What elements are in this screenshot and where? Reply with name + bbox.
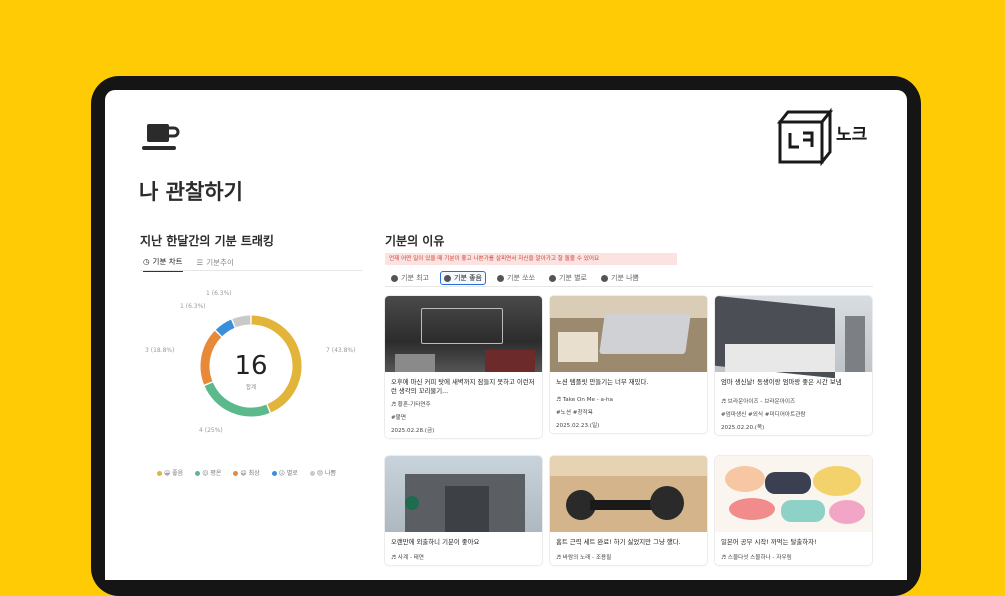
page-title: 나 관찰하기 bbox=[139, 180, 243, 204]
card-cover-image bbox=[715, 456, 872, 532]
card-tags: #엄마생신 #외식 #미디어아트관람 bbox=[721, 412, 806, 418]
card-title: 일본어 공부 시작! 까먹는 탈출하자! bbox=[721, 538, 817, 546]
card-tags: #불면 bbox=[391, 415, 406, 421]
legend-item: 😞 나쁨 bbox=[309, 468, 337, 477]
card-music: ♬ 황혼-기타연주 bbox=[391, 402, 431, 408]
face-icon bbox=[391, 274, 398, 282]
mood-donut-chart: 7 (43.8%) 4 (25%) 3 (18.8%) 1 (6.3%)1 (6.3%… bbox=[145, 290, 355, 434]
gallery-card[interactable]: 엄마 생신날! 동생이랑 엄마랑 좋은 시간 보냄 ♬ 브라운아이즈 - 브라운… bbox=[715, 296, 872, 435]
chart-total-value: 16 bbox=[234, 351, 267, 381]
face-icon bbox=[497, 274, 504, 282]
coffee-cup-icon bbox=[142, 124, 180, 150]
donut-slice-2 bbox=[200, 330, 222, 385]
tab-mood-best[interactable]: 기분 최고 bbox=[388, 271, 432, 285]
clock-icon: ◷ bbox=[143, 257, 150, 266]
slice-label: 1 (6.3%) bbox=[206, 290, 232, 297]
tab-mood-bad[interactable]: 기분 별로 bbox=[546, 271, 590, 285]
gallery-card[interactable]: 오후에 마신 커피 탓에 새벽까지 잠들지 못하고 이런저런 생각의 꼬리물기.… bbox=[385, 296, 542, 438]
card-title: 오후에 마신 커피 탓에 새벽까지 잠들지 못하고 이런저런 생각의 꼬리물기.… bbox=[391, 378, 535, 395]
legend-dot-icon bbox=[309, 471, 315, 476]
card-tags: #노션 #창작욕 bbox=[556, 410, 593, 416]
card-cover-image bbox=[550, 456, 707, 532]
legend-label: 😞 나쁨 bbox=[316, 470, 337, 477]
card-music: ♬ 사계 - 태연 bbox=[391, 555, 424, 561]
card-date: 2025.02.23.(일) bbox=[556, 423, 600, 429]
donut-slice-3 bbox=[215, 319, 235, 337]
slice-label: 1 (6.3%) bbox=[180, 303, 206, 310]
gallery-card[interactable]: 노션 템플릿 만들기는 너무 재밌다. ♬ Take On Me - a-ha … bbox=[550, 296, 707, 433]
card-date: 2025.02.20.(목) bbox=[721, 425, 765, 431]
legend-item: 😄 최상 bbox=[233, 468, 260, 477]
logo-wordmark: 노크 bbox=[836, 125, 868, 145]
legend-item: 😌 평온 bbox=[195, 468, 221, 477]
gallery-card[interactable]: 홈트 근력 세트 완료! 하기 싫었지만 그냥 했다. ♬ 바람의 노래 - 조… bbox=[550, 456, 707, 565]
card-cover-image bbox=[385, 456, 542, 532]
card-music: ♬ 브라운아이즈 - 브라운아이즈 bbox=[721, 399, 796, 405]
tab-mood-soso[interactable]: 기분 쏘쏘 bbox=[494, 271, 538, 285]
brand-logo: 노크 bbox=[776, 106, 880, 167]
face-icon bbox=[444, 274, 451, 282]
legend-label: 😕 별로 bbox=[278, 470, 298, 477]
legend-label: 😀 좋음 bbox=[164, 470, 184, 477]
card-cover-image bbox=[550, 296, 707, 372]
reason-description: 언제 어떤 일이 있을 때 기분이 좋고 나쁜가를 살피면서 자신을 알아가고 … bbox=[385, 253, 677, 265]
legend-item: 😀 좋음 bbox=[157, 468, 183, 477]
legend-dot-icon bbox=[233, 471, 239, 476]
card-title: 노션 템플릿 만들기는 너무 재밌다. bbox=[556, 378, 649, 386]
gallery-card[interactable]: 일본어 공부 시작! 까먹는 탈출하자! ♬ 스물다섯 스물하나 - 자우림 bbox=[715, 456, 872, 565]
card-date: 2025.02.28.(금) bbox=[391, 428, 435, 434]
mood-reasons-heading: 기분의 이유 bbox=[385, 234, 445, 248]
tab-mood-good[interactable]: 기분 좋음 bbox=[440, 271, 486, 285]
face-icon bbox=[549, 274, 556, 282]
mood-tracking-heading: 지난 한달간의 기분 트래킹 bbox=[140, 234, 274, 248]
face-icon bbox=[601, 274, 608, 282]
slice-label: 7 (43.8%) bbox=[326, 347, 355, 354]
legend-label: 😌 평온 bbox=[202, 470, 222, 477]
card-music: ♬ Take On Me - a-ha bbox=[556, 397, 613, 403]
list-icon: ☰ bbox=[196, 257, 204, 267]
donut-slice-1 bbox=[204, 382, 270, 417]
slice-label: 3 (18.8%) bbox=[145, 347, 174, 354]
tabs-divider bbox=[140, 270, 362, 271]
notion-page: 나 관찰하기 노크 지난 한달간의 기분 트래킹 ◷ 기분 차트 ☰ 기분추이 … bbox=[105, 90, 907, 580]
legend-dot-icon bbox=[271, 471, 277, 476]
legend-dot-icon bbox=[195, 471, 201, 476]
card-music: ♬ 스물다섯 스물하나 - 자우림 bbox=[721, 555, 792, 561]
legend-dot-icon bbox=[157, 471, 162, 476]
card-cover-image bbox=[385, 296, 542, 372]
card-title: 엄마 생신날! 동생이랑 엄마랑 좋은 시간 보냄 bbox=[721, 378, 842, 386]
card-title: 홈트 근력 세트 완료! 하기 싫었지만 그냥 했다. bbox=[556, 538, 681, 546]
tab-mood-worst[interactable]: 기분 나쁨 bbox=[598, 271, 642, 285]
legend-item: 😕 별로 bbox=[271, 468, 298, 477]
chart-legend: 😀 좋음 😌 평온 😄 최상 😕 별로 😞 나쁨 bbox=[157, 468, 336, 477]
legend-label: 😄 최상 bbox=[240, 470, 260, 477]
card-music: ♬ 바람의 노래 - 조용필 bbox=[556, 555, 612, 561]
gallery-divider bbox=[385, 286, 873, 287]
donut-slice-4 bbox=[232, 315, 251, 328]
card-cover-image bbox=[715, 296, 872, 379]
slice-label: 4 (25%) bbox=[199, 427, 223, 434]
gallery-card[interactable]: 오랜만에 외출하니 기분이 좋아요 ♬ 사계 - 태연 bbox=[385, 456, 542, 565]
chart-total-label: 합계 bbox=[246, 383, 256, 391]
card-title: 오랜만에 외출하니 기분이 좋아요 bbox=[391, 538, 480, 546]
